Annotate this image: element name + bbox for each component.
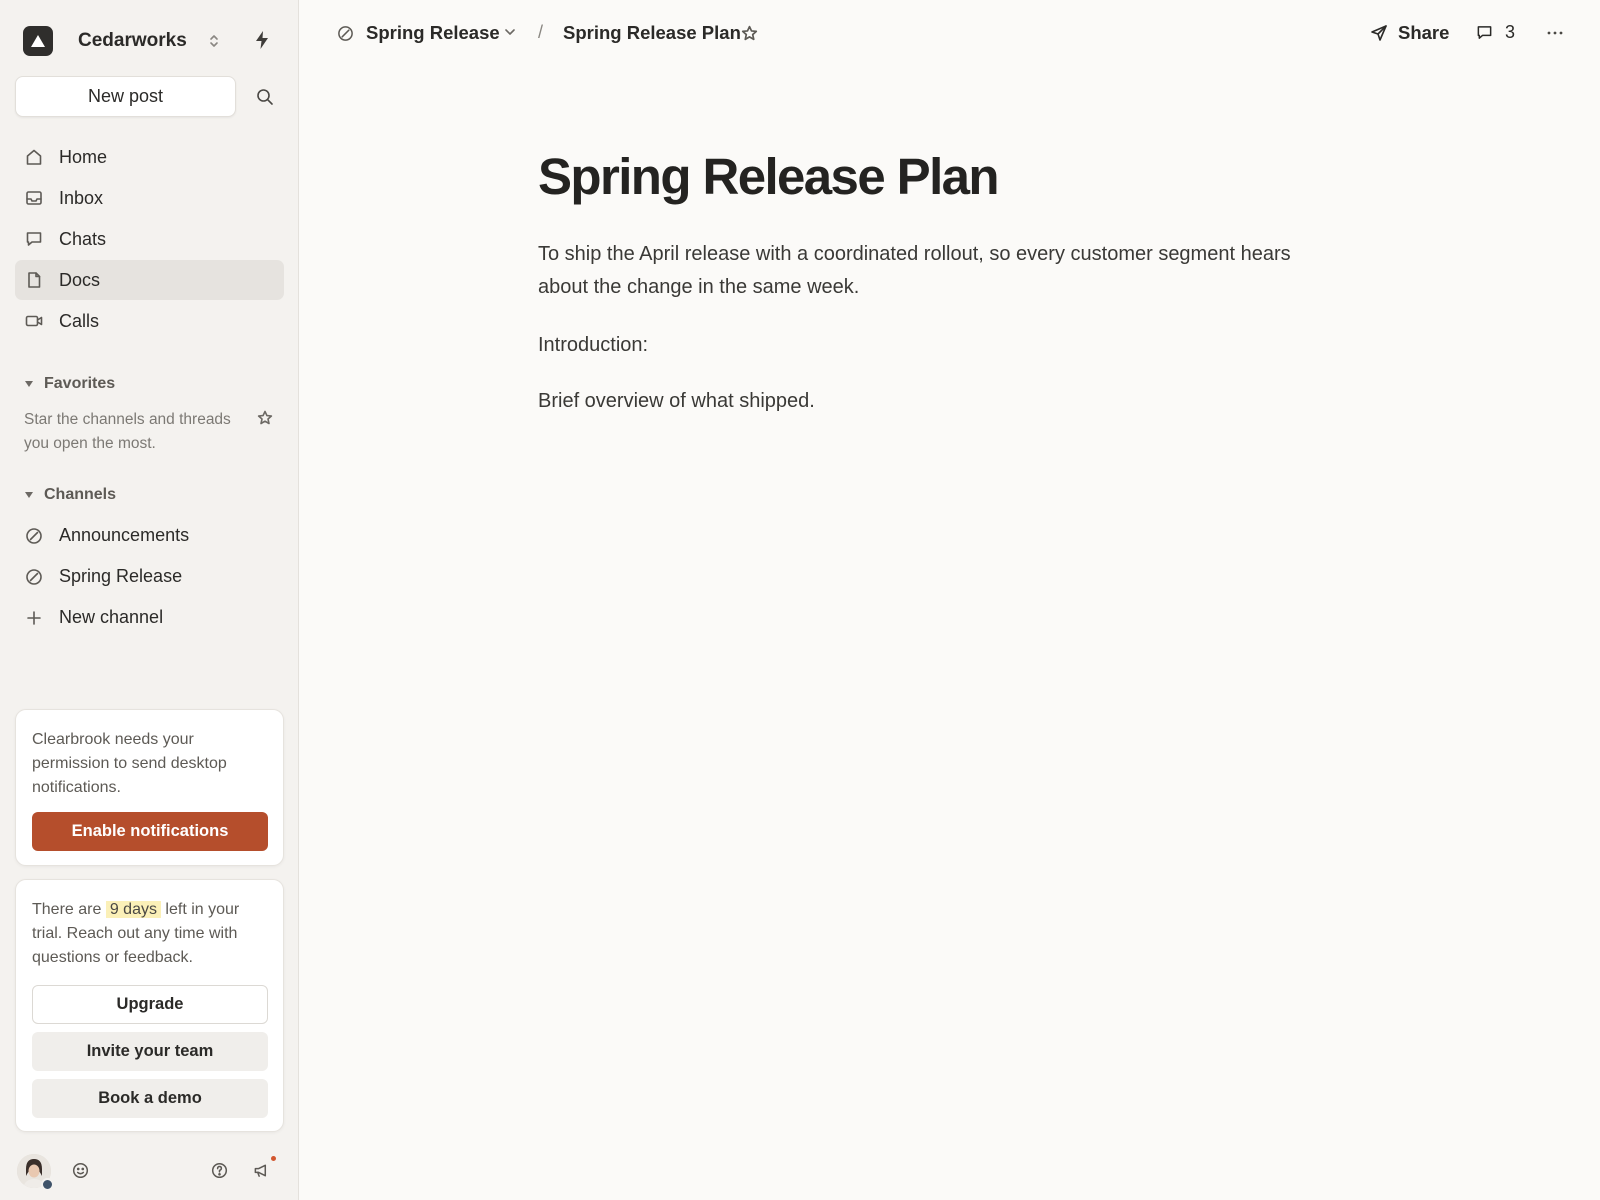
- search-icon[interactable]: [256, 88, 274, 106]
- workspace-logo: [23, 26, 53, 56]
- sidebar-footer: [15, 1152, 284, 1192]
- notification-permission-text: Clearbrook needs your permission to send…: [32, 731, 227, 796]
- sidebar: Cedarworks New post Home Inbox Chats Doc…: [0, 0, 299, 1200]
- megaphone-icon[interactable]: [253, 1162, 270, 1179]
- nav-item-label: Inbox: [59, 187, 104, 208]
- workspace-name: Cedarworks: [78, 30, 187, 51]
- unread-dot: [271, 1156, 276, 1161]
- comment-count: 3: [1505, 22, 1516, 42]
- channel-item-spring-release[interactable]: Spring Release: [15, 556, 284, 597]
- doc-header: Spring Release / Spring Release Plan Sha…: [300, 0, 1600, 66]
- nav-item-inbox[interactable]: Inbox: [15, 178, 284, 218]
- star-icon: [257, 410, 273, 426]
- document-title[interactable]: Spring Release Plan: [538, 146, 1338, 208]
- upgrade-button[interactable]: Upgrade: [32, 985, 268, 1024]
- caret-down-icon: [25, 492, 33, 498]
- trial-days-highlight: 9 days: [105, 901, 161, 918]
- notification-permission-card: Clearbrook needs your permission to send…: [15, 709, 284, 866]
- favorites-empty-text: Star the channels and threads you open t…: [24, 411, 231, 452]
- star-icon[interactable]: [741, 25, 758, 42]
- new-channel-label: New channel: [59, 607, 164, 627]
- workspace-switcher[interactable]: Cedarworks: [23, 24, 283, 58]
- channel-icon: [337, 25, 354, 42]
- breadcrumb-separator: /: [538, 22, 544, 42]
- more-options-icon[interactable]: [1546, 24, 1564, 42]
- new-post-button[interactable]: New post: [15, 76, 236, 117]
- chat-icon: [25, 230, 43, 248]
- send-icon: [1370, 24, 1398, 42]
- main-nav: Home Inbox Chats Docs Calls: [15, 137, 284, 342]
- document-paragraph[interactable]: Introduction:: [538, 329, 1338, 362]
- nav-item-label: Chats: [59, 228, 107, 249]
- nav-item-calls[interactable]: Calls: [15, 301, 284, 341]
- share-label: Share: [1398, 22, 1450, 43]
- comment-icon: [1476, 24, 1505, 41]
- home-icon: [25, 148, 43, 166]
- channel-label: Announcements: [59, 525, 190, 545]
- channel-label: Spring Release: [59, 566, 183, 586]
- breadcrumb-channel[interactable]: Spring Release: [366, 22, 500, 44]
- channels-title: Channels: [44, 486, 117, 503]
- nav-item-label: Calls: [59, 310, 100, 331]
- share-button[interactable]: Share: [1370, 22, 1449, 44]
- trial-card: There are 9 days left in your trial. Rea…: [15, 879, 284, 1132]
- document-icon: [25, 271, 43, 289]
- chevron-down-icon[interactable]: [504, 27, 516, 37]
- favorites-title: Favorites: [44, 375, 116, 392]
- lightning-icon[interactable]: [254, 30, 270, 50]
- comments-button[interactable]: 3: [1476, 22, 1515, 43]
- channels-section-toggle[interactable]: Channels: [25, 485, 116, 505]
- invite-team-button[interactable]: Invite your team: [32, 1032, 268, 1071]
- caret-down-icon: [25, 381, 33, 387]
- help-icon[interactable]: [211, 1162, 228, 1179]
- inbox-icon: [25, 189, 43, 207]
- channel-icon: [25, 527, 43, 545]
- video-icon: [25, 312, 43, 330]
- nav-item-label: Home: [59, 146, 108, 167]
- breadcrumb-doc-title[interactable]: Spring Release Plan: [563, 22, 741, 44]
- presence-status-badge: [41, 1178, 54, 1191]
- channel-item-announcements[interactable]: Announcements: [15, 515, 284, 556]
- document-paragraph[interactable]: To ship the April release with a coordin…: [538, 238, 1338, 304]
- enable-notifications-button[interactable]: Enable notifications: [32, 812, 268, 851]
- nav-item-home[interactable]: Home: [15, 137, 284, 177]
- chevron-up-down-icon: [209, 33, 219, 49]
- favorites-section-toggle[interactable]: Favorites: [25, 374, 115, 394]
- smiley-icon[interactable]: [72, 1162, 89, 1179]
- channel-icon: [25, 568, 43, 586]
- document-paragraph[interactable]: Brief overview of what shipped.: [538, 385, 1338, 418]
- new-channel-button[interactable]: New channel: [15, 597, 284, 638]
- channel-list: Announcements Spring Release New channel: [15, 515, 284, 638]
- book-demo-button[interactable]: Book a demo: [32, 1079, 268, 1118]
- plus-icon: [25, 609, 43, 627]
- trial-text: There are 9 days left in your trial. Rea…: [32, 898, 268, 970]
- nav-item-docs[interactable]: Docs: [15, 260, 284, 300]
- nav-item-label: Docs: [59, 269, 101, 290]
- document-body[interactable]: Spring Release Plan To ship the April re…: [538, 146, 1338, 418]
- trial-text-before: There are: [32, 901, 102, 918]
- nav-item-chats[interactable]: Chats: [15, 219, 284, 259]
